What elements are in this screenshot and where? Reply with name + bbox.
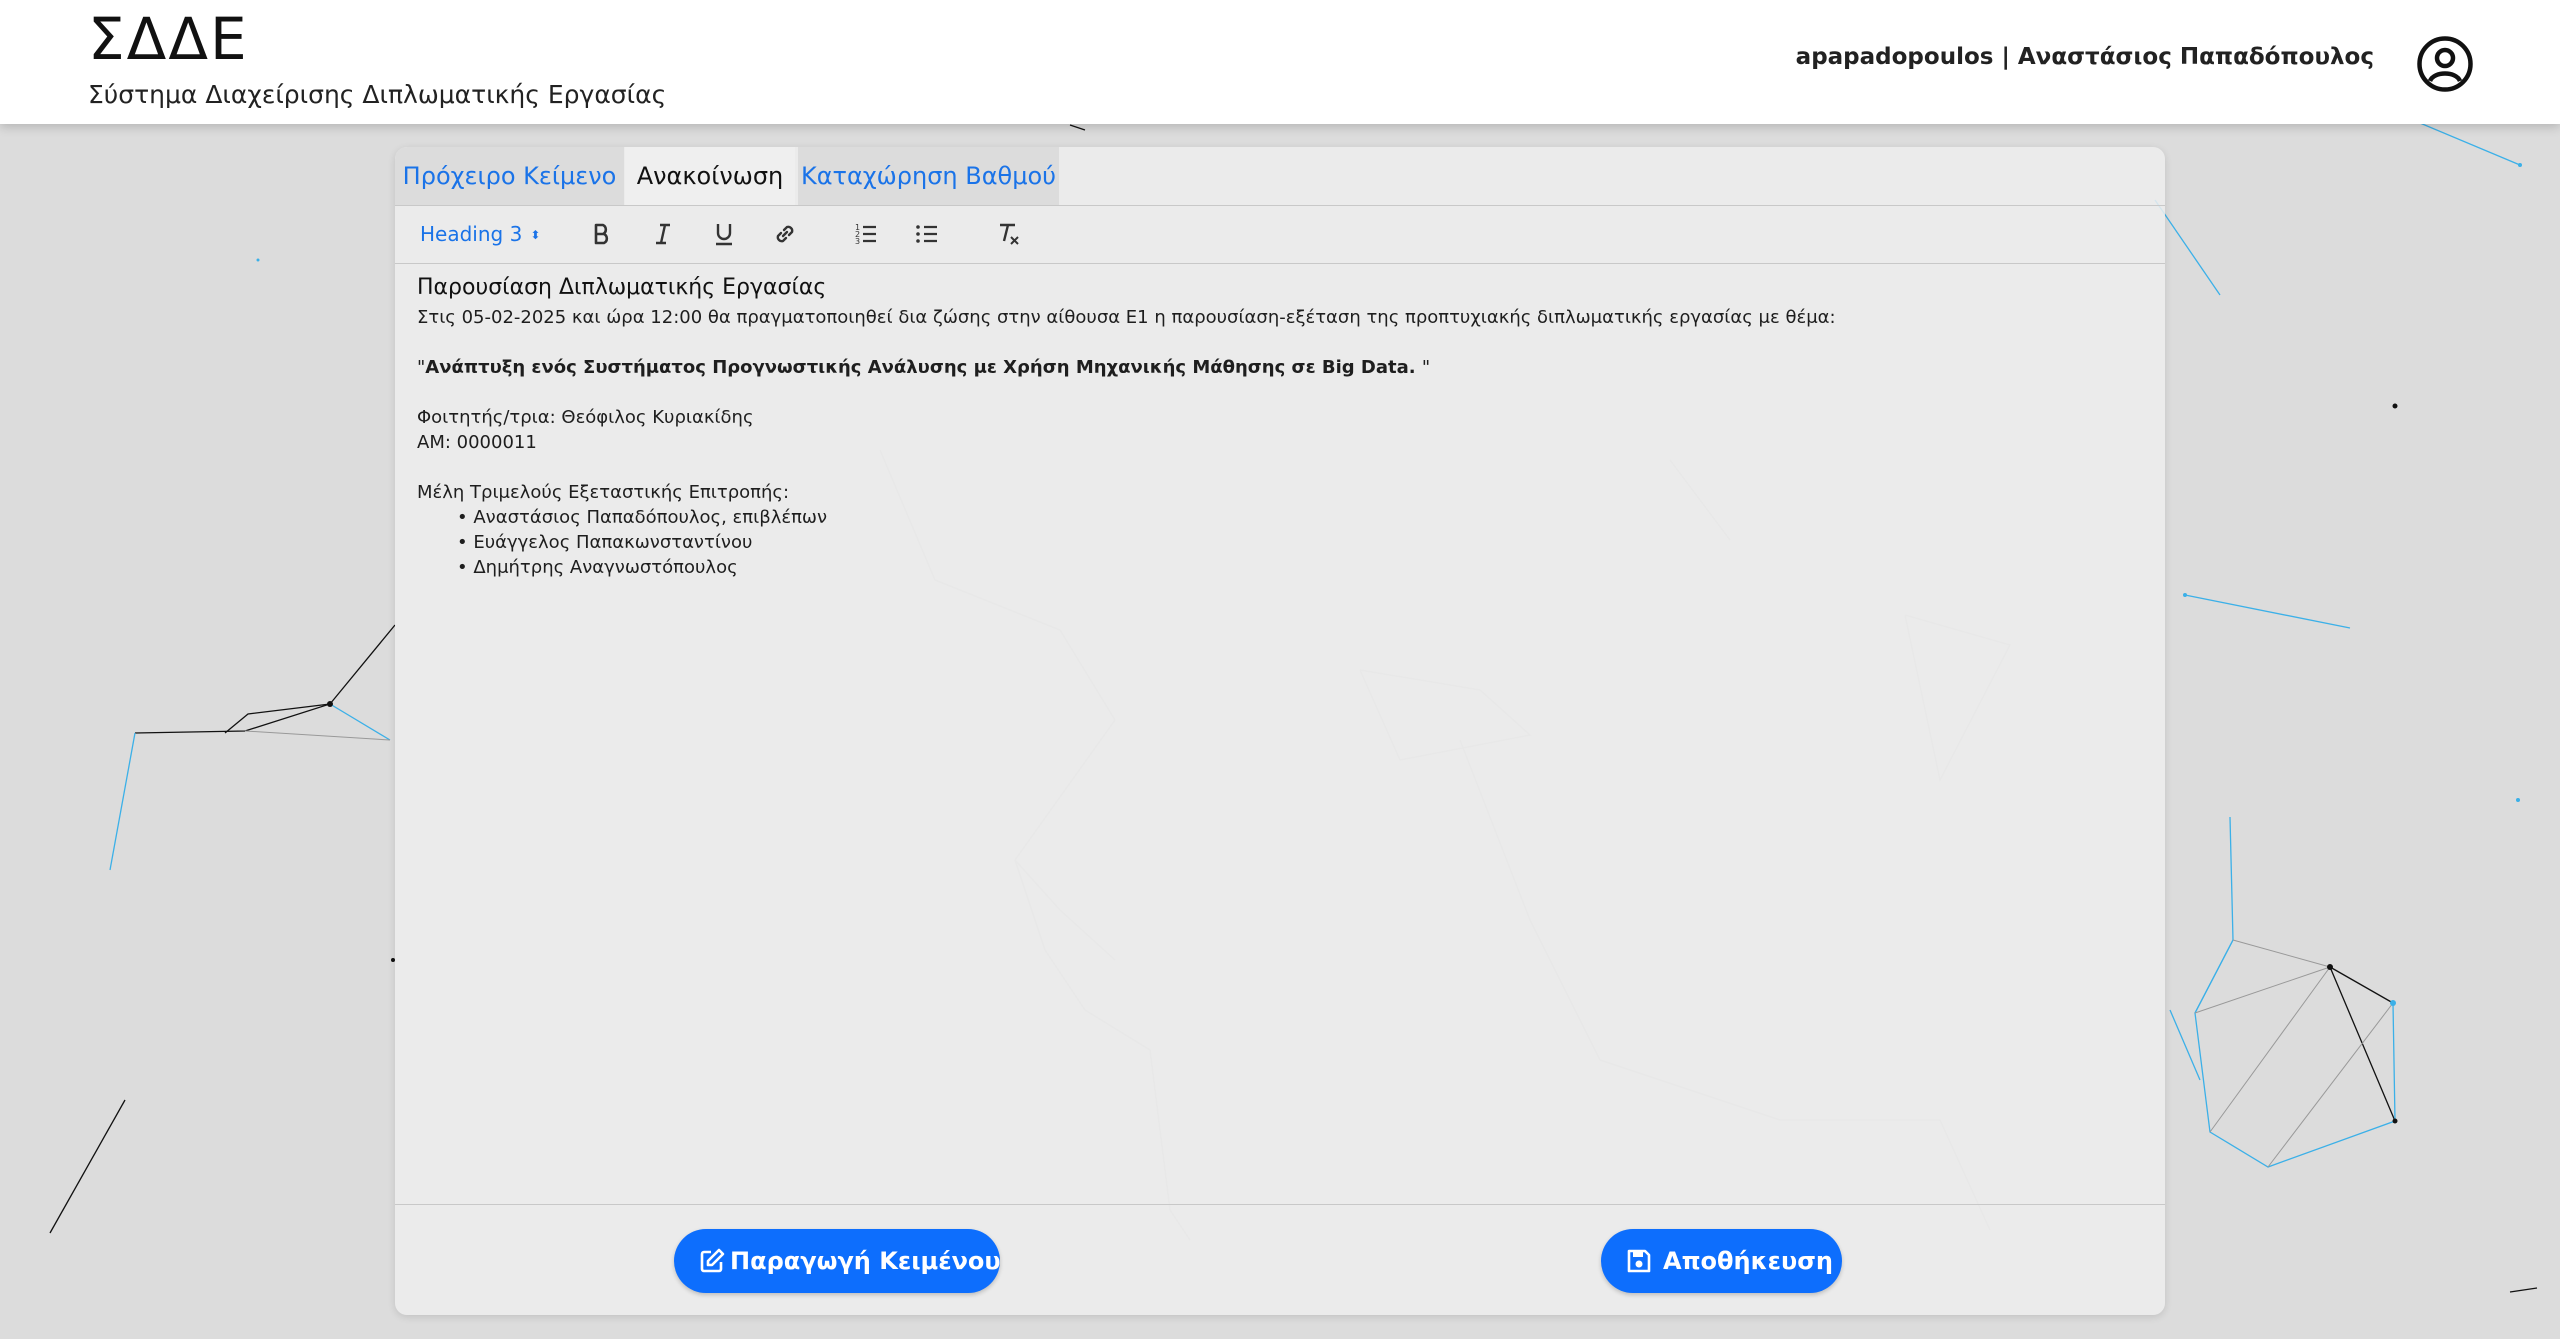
underline-icon[interactable] <box>710 220 738 248</box>
tab-grade-entry[interactable]: Καταχώρηση Βαθμού <box>798 147 1059 205</box>
committee-list: Αναστάσιος Παπαδόπουλος, επιβλέπων Ευάγγ… <box>417 505 2137 580</box>
committee-member: Αναστάσιος Παπαδόπουλος, επιβλέπων <box>453 505 2137 530</box>
edit-icon <box>700 1248 725 1273</box>
announcement-card: Πρόχειρο Κείμενο Ανακοίνωση Καταχώρηση Β… <box>395 147 2165 1315</box>
user-circle-icon[interactable] <box>2416 35 2474 93</box>
select-arrows-icon: ⬍ <box>530 228 541 242</box>
user-info: apapadopoulos | Αναστάσιος Παπαδόπουλος <box>1795 44 2374 70</box>
rich-text-editor[interactable]: Παρουσίαση Διπλωματικής Εργασίας Στις 05… <box>417 273 2137 580</box>
committee-label: Μέλη Τριμελούς Εξεταστικής Επιτροπής: <box>417 482 790 503</box>
tab-draft-text[interactable]: Πρόχειρο Κείμενο <box>395 147 624 205</box>
generate-text-button[interactable]: Παραγωγή Κειμένου <box>674 1229 1001 1293</box>
announcement-intro: Στις 05-02-2025 και ώρα 12:00 θα πραγματ… <box>417 307 1836 328</box>
app-title: ΣΔΔΕ <box>88 5 249 73</box>
editor-toolbar: Heading 3 ⬍ 1 2 3 <box>395 205 2165 264</box>
tab-bar: Πρόχειρο Κείμενο Ανακοίνωση Καταχώρηση Β… <box>395 147 2165 206</box>
tab-announcement[interactable]: Ανακοίνωση <box>625 147 795 205</box>
heading-select[interactable]: Heading 3 ⬍ <box>420 205 540 263</box>
action-footer: Παραγωγή Κειμένου Αποθήκευση <box>395 1204 2165 1315</box>
bullet-list-icon[interactable] <box>913 220 941 248</box>
top-navbar: ΣΔΔΕ Σύστημα Διαχείρισης Διπλωματικής Ερ… <box>0 0 2560 124</box>
announcement-heading: Παρουσίαση Διπλωματικής Εργασίας <box>417 275 827 300</box>
committee-member: Δημήτρης Αναγνωστόπουλος <box>453 555 2137 580</box>
generate-text-label: Παραγωγή Κειμένου <box>730 1247 1001 1275</box>
student-name: Φοιτητής/τρια: Θεόφιλος Κυριακίδης <box>417 407 754 428</box>
quote-close: " <box>1421 357 1431 378</box>
bold-icon[interactable] <box>588 220 616 248</box>
thesis-title-line: "Ανάπτυξη ενός Συστήματος Προγνωστικής Α… <box>417 355 2137 380</box>
heading-select-value: Heading 3 <box>420 222 523 246</box>
committee-member: Ευάγγελος Παπακωνσταντίνου <box>453 530 2137 555</box>
student-am: ΑΜ: 0000011 <box>417 432 537 453</box>
thesis-title: Ανάπτυξη ενός Συστήματος Προγνωστικής Αν… <box>425 357 1422 378</box>
clear-format-icon[interactable] <box>995 220 1023 248</box>
app-subtitle: Σύστημα Διαχείρισης Διπλωματικής Εργασία… <box>88 80 667 109</box>
svg-text:3: 3 <box>855 237 860 246</box>
ordered-list-icon[interactable]: 1 2 3 <box>852 220 880 248</box>
italic-icon[interactable] <box>649 220 677 248</box>
link-icon[interactable] <box>771 220 799 248</box>
floppy-disk-icon <box>1627 1249 1651 1273</box>
save-button[interactable]: Αποθήκευση <box>1601 1229 1842 1293</box>
save-label: Αποθήκευση <box>1663 1247 1834 1275</box>
